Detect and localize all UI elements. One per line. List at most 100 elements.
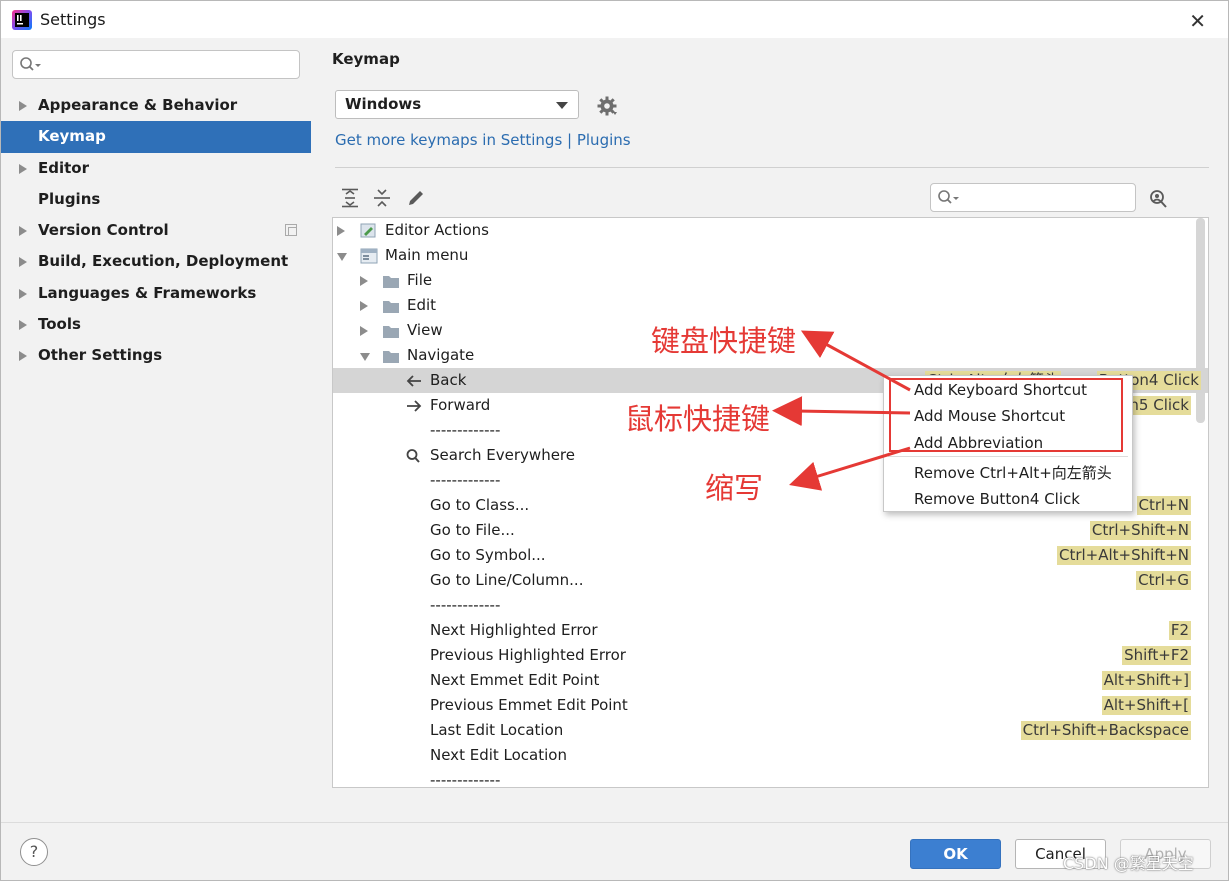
more-keymaps-link[interactable]: Get more keymaps in Settings | Plugins	[335, 131, 631, 149]
tree-row-label: Go to Line/Column...	[430, 571, 584, 589]
context-menu-item-remove-button4-click[interactable]: Remove Button4 Click	[884, 486, 1132, 512]
chevron-right-icon[interactable]	[337, 226, 345, 236]
tree-row-label: Next Highlighted Error	[430, 621, 598, 639]
window-title: Settings	[40, 10, 106, 29]
tree-row[interactable]: -------------	[333, 768, 1199, 788]
tree-row-label: Previous Highlighted Error	[430, 646, 626, 664]
shortcut-badge: Ctrl+Alt+Shift+N	[1056, 546, 1191, 565]
title-bar: Settings ✕	[1, 1, 1228, 38]
sidebar-item-label: Editor	[38, 158, 89, 177]
shortcut-filter-input[interactable]	[965, 188, 1125, 208]
find-by-shortcut-icon[interactable]	[1147, 188, 1169, 210]
tree-row-label: Go to File...	[430, 521, 515, 539]
collapse-all-icon[interactable]	[371, 187, 393, 209]
abbreviation-annotation: 缩写	[705, 471, 764, 505]
chevron-right-icon[interactable]	[360, 301, 368, 311]
arrow-right-icon	[405, 397, 423, 413]
chevron-right-icon[interactable]	[360, 326, 368, 336]
intellij-logo-icon	[12, 10, 32, 30]
shortcut-badge: Ctrl+G	[1136, 571, 1191, 590]
sidebar-item-editor[interactable]: Editor	[1, 153, 311, 184]
tree-row[interactable]: File	[333, 268, 1199, 293]
keymap-dropdown[interactable]: Windows	[335, 90, 579, 119]
chevron-right-icon[interactable]	[19, 320, 27, 331]
keymap-dropdown-value: Windows	[345, 95, 422, 113]
sidebar-item-tools[interactable]: Tools	[1, 309, 311, 340]
divider	[335, 167, 1209, 168]
context-menu-item-remove-ctrl-alt[interactable]: Remove Ctrl+Alt+向左箭头	[884, 460, 1132, 486]
tree-row[interactable]: Previous Emmet Edit Point Alt+Shift+[	[333, 693, 1199, 718]
tree-row-label: Navigate	[407, 346, 475, 364]
chevron-right-icon[interactable]	[19, 101, 27, 111]
tree-row[interactable]: Go to Line/Column... Ctrl+G	[333, 568, 1199, 593]
tree-row[interactable]: Go to File... Ctrl+Shift+N	[333, 518, 1199, 543]
sidebar-item-label: Other Settings	[38, 346, 163, 365]
folder-icon	[382, 322, 400, 338]
sidebar-item-label: Version Control	[38, 221, 169, 240]
close-icon[interactable]: ✕	[1189, 9, 1206, 33]
shortcut-badge: Ctrl+N	[1136, 496, 1191, 515]
tree-row-label: -------------	[430, 471, 501, 489]
sidebar-item-appearance-behavior[interactable]: Appearance & Behavior	[1, 90, 311, 121]
chevron-right-icon[interactable]	[19, 163, 27, 174]
sidebar-item-languages-frameworks[interactable]: Languages & Frameworks	[1, 278, 311, 309]
tree-row-label: Previous Emmet Edit Point	[430, 696, 628, 714]
tree-row-label: Next Emmet Edit Point	[430, 671, 600, 689]
settings-sidebar: Appearance & Behavior Keymap Editor Plugins…	[1, 38, 311, 822]
tree-row-label: Go to Symbol...	[430, 546, 546, 564]
chevron-right-icon[interactable]	[19, 257, 27, 268]
folder-icon	[382, 272, 400, 288]
sidebar-item-version-control[interactable]: Version Control	[1, 215, 311, 246]
dialog-footer: ? OK Cancel Apply	[1, 822, 1228, 880]
sidebar-search-input[interactable]	[47, 55, 287, 75]
tree-row[interactable]: Last Edit Location Ctrl+Shift+Backspace	[333, 718, 1199, 743]
tree-row-label: -------------	[430, 596, 501, 614]
sidebar-item-label: Appearance & Behavior	[38, 96, 238, 114]
tree-row[interactable]: Previous Highlighted Error Shift+F2	[333, 643, 1199, 668]
tree-row[interactable]: -------------	[333, 593, 1199, 618]
sidebar-item-label: Build, Execution, Deployment	[38, 252, 289, 271]
folder-icon	[382, 297, 400, 313]
shortcut-badge: Ctrl+Shift+Backspace	[1020, 721, 1191, 740]
sidebar-search-box[interactable]	[12, 50, 300, 79]
shortcut-filter-box[interactable]	[930, 183, 1136, 212]
sidebar-tree: Appearance & Behavior Keymap Editor Plugins…	[1, 90, 311, 372]
help-button[interactable]: ?	[20, 838, 48, 866]
tree-row-label: Editor Actions	[385, 221, 489, 239]
sidebar-item-other-settings[interactable]: Other Settings	[1, 340, 311, 371]
shortcut-badge: Alt+Shift+[	[1101, 696, 1191, 715]
tree-row-label: Forward	[430, 396, 491, 414]
ok-button[interactable]: OK	[910, 839, 1001, 869]
project-level-icon	[285, 224, 297, 237]
chevron-down-icon[interactable]	[337, 253, 347, 261]
chevron-right-icon[interactable]	[19, 226, 27, 237]
gear-icon[interactable]	[596, 95, 618, 117]
sidebar-item-label: Tools	[38, 315, 81, 334]
sidebar-item-keymap[interactable]: Keymap	[1, 121, 311, 153]
tree-row[interactable]: Go to Symbol... Ctrl+Alt+Shift+N	[333, 543, 1199, 568]
chevron-down-icon[interactable]	[360, 353, 370, 361]
edit-pencil-icon[interactable]	[405, 187, 427, 209]
sidebar-item-build-execution-deployment[interactable]: Build, Execution, Deployment	[1, 246, 311, 277]
tree-row-label: Search Everywhere	[430, 446, 575, 464]
tree-row-label: File	[407, 271, 433, 289]
tree-row-label: Last Edit Location	[430, 721, 564, 739]
folder-icon	[382, 347, 400, 363]
chevron-right-icon[interactable]	[19, 351, 27, 362]
shortcut-badge: F2	[1168, 621, 1191, 640]
sidebar-item-plugins[interactable]: Plugins	[1, 184, 311, 215]
tree-row[interactable]: Main menu	[333, 243, 1199, 268]
chevron-right-icon[interactable]	[360, 276, 368, 286]
tree-row-label: Go to Class...	[430, 496, 530, 514]
chevron-right-icon[interactable]	[19, 288, 27, 299]
tree-row-label: View	[407, 321, 443, 339]
sidebar-item-label: Languages & Frameworks	[38, 283, 257, 302]
tree-row[interactable]: Next Emmet Edit Point Alt+Shift+]	[333, 668, 1199, 693]
tree-row[interactable]: Edit	[333, 293, 1199, 318]
tree-row-label: -------------	[430, 771, 501, 788]
tree-row[interactable]: Next Edit Location	[333, 743, 1199, 768]
tree-row[interactable]: Next Highlighted Error F2	[333, 618, 1199, 643]
tree-row[interactable]: Editor Actions	[333, 218, 1199, 243]
expand-all-icon[interactable]	[339, 187, 361, 209]
editor-actions-icon	[360, 222, 378, 238]
